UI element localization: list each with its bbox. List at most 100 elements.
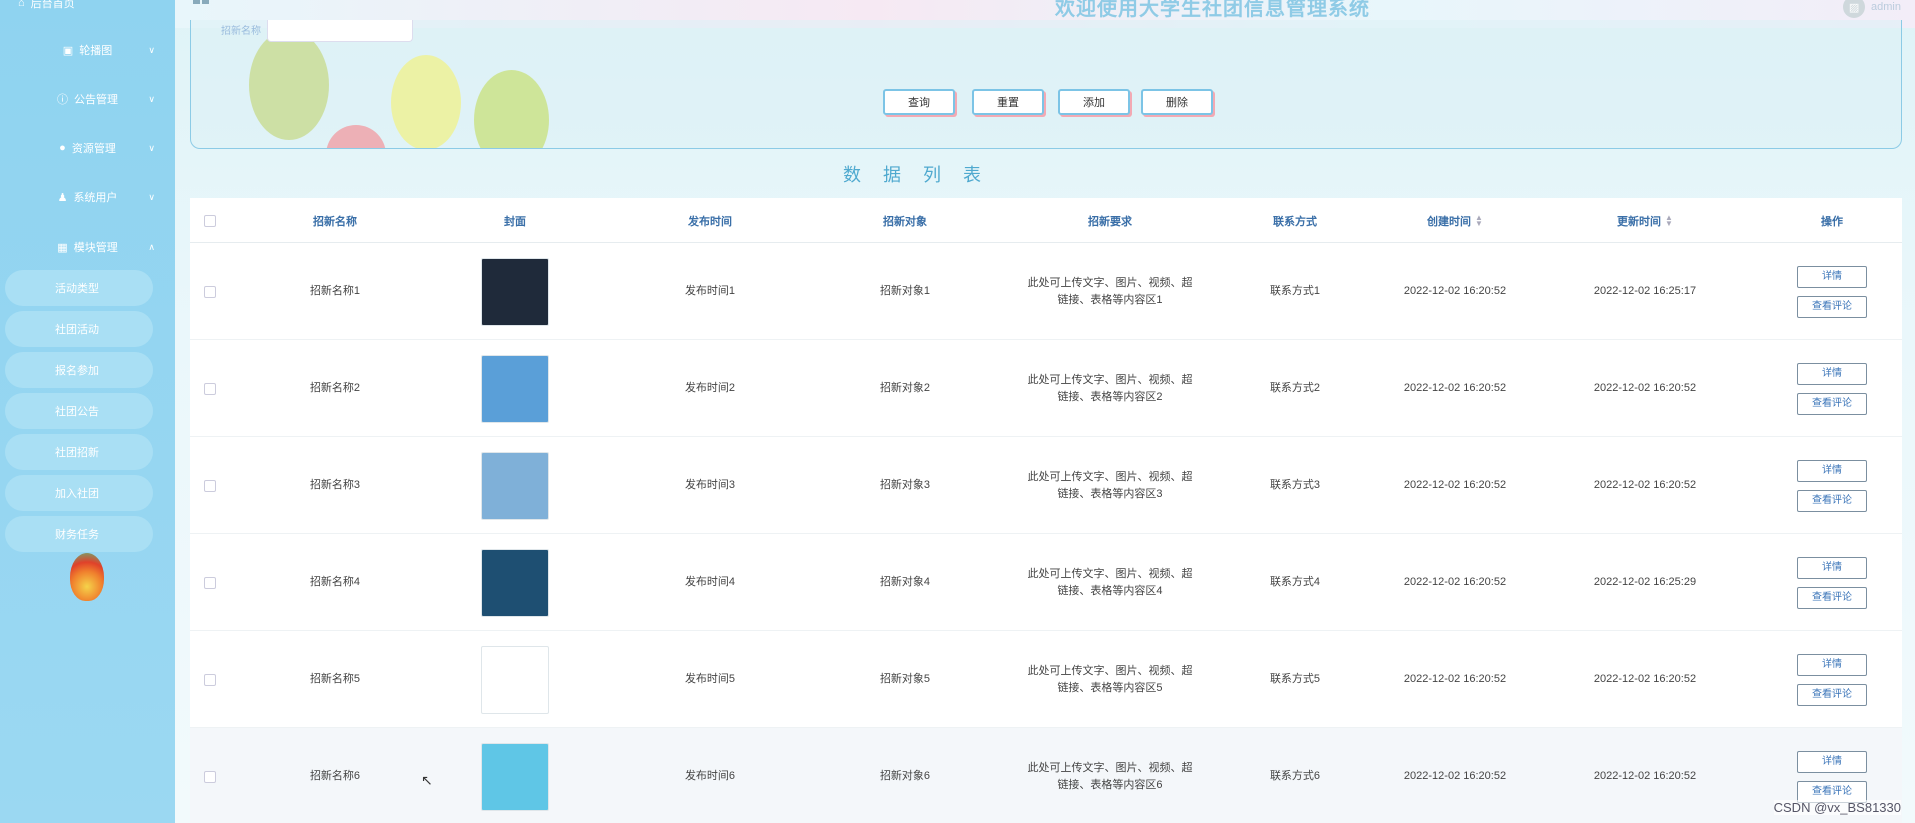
info-icon: ⓘ — [57, 94, 68, 106]
cover-image[interactable] — [481, 451, 549, 520]
row-checkbox[interactable] — [204, 576, 216, 589]
row-select-cell — [190, 243, 230, 340]
sidebar-home[interactable]: ⌂ 后台首页 — [18, 0, 75, 12]
sidebar-sub-join[interactable]: 加入社团 — [5, 475, 153, 511]
table-row[interactable]: 招新名称6 发布时间6 招新对象6 此处可上传文字、图片、视频、超链接、表格等内容区6… — [190, 728, 1902, 823]
cell-contact: 联系方式4 — [1269, 576, 1321, 588]
cell-target: 招新对象6 — [879, 770, 931, 782]
watermark: CSDN @vx_BS81330 — [1773, 800, 1901, 815]
sidebar-sub-finance[interactable]: 财务任务 — [5, 516, 153, 552]
detail-button[interactable]: 详情 — [1797, 750, 1867, 773]
sidebar-menu-label: 资源管理 — [71, 143, 116, 155]
cell-created: 2022-12-02 16:20:52 — [1403, 576, 1507, 588]
th-updated[interactable]: 更新时间 ▲ ▼ — [1560, 198, 1730, 243]
table-row[interactable]: 招新名称4 发布时间4 招新对象4 此处可上传文字、图片、视频、超链接、表格等内容区4… — [190, 534, 1902, 631]
detail-button[interactable]: 详情 — [1797, 265, 1867, 288]
sidebar-sub-club-notice[interactable]: 社团公告 — [5, 393, 153, 429]
sidebar: ⌂ 后台首页 ▣ 轮播图 ∨ ⓘ 公告管理 ∨ ● 资源管理 ∨ ♟ 系统用户 … — [0, 0, 175, 823]
th-pubtime: 发布时间 — [688, 215, 732, 228]
cell-target: 招新对象1 — [879, 285, 931, 297]
row-select-cell — [190, 437, 230, 534]
chevron-up-icon: ∧ — [148, 241, 155, 252]
home-icon: ⌂ — [18, 0, 25, 9]
view-comments-button[interactable]: 查看评论 — [1797, 489, 1867, 512]
th-created[interactable]: 创建时间 ▲ ▼ — [1350, 198, 1560, 243]
chevron-down-icon: ∨ — [148, 93, 155, 104]
sidebar-sub-signup[interactable]: 报名参加 — [5, 352, 153, 388]
reset-button[interactable]: 重置 — [972, 89, 1044, 115]
view-comments-button[interactable]: 查看评论 — [1797, 295, 1867, 318]
cell-req: 此处可上传文字、图片、视频、超链接、表格等内容区2 — [1027, 373, 1193, 403]
row-checkbox[interactable] — [204, 673, 216, 686]
cell-name: 招新名称3 — [309, 479, 361, 491]
cover-cell — [440, 631, 590, 728]
image-icon: ▣ — [62, 44, 74, 57]
sidebar-menu-resource[interactable]: ● 资源管理 ∨ — [0, 133, 175, 163]
table-row[interactable]: 招新名称1 发布时间1 招新对象1 此处可上传文字、图片、视频、超链接、表格等内容区1… — [190, 243, 1902, 340]
view-comments-button[interactable]: 查看评论 — [1797, 683, 1867, 706]
cell-target: 招新对象3 — [879, 479, 931, 491]
user-menu[interactable]: ▨ admin — [1843, 0, 1901, 18]
th-contact: 联系方式 — [1273, 215, 1317, 228]
cover-image[interactable] — [481, 257, 549, 326]
detail-button[interactable]: 详情 — [1797, 653, 1867, 676]
delete-button[interactable]: 删除 — [1141, 89, 1213, 115]
cover-image[interactable] — [481, 548, 549, 617]
cell-name: 招新名称1 — [309, 285, 361, 297]
search-input[interactable] — [267, 20, 413, 42]
cover-image[interactable] — [481, 742, 549, 811]
mouse-cursor-icon: ↖ — [421, 772, 433, 788]
detail-button[interactable]: 详情 — [1797, 362, 1867, 385]
balloon-decoration — [391, 55, 461, 148]
cover-cell — [440, 437, 590, 534]
cell-updated: 2022-12-02 16:25:29 — [1593, 576, 1697, 588]
cell-updated: 2022-12-02 16:20:52 — [1593, 770, 1697, 782]
cover-cell — [440, 728, 590, 823]
cell-updated: 2022-12-02 16:20:52 — [1593, 673, 1697, 685]
sidebar-sub-label: 加入社团 — [55, 488, 99, 500]
sidebar-menu-carousel[interactable]: ▣ 轮播图 ∨ — [0, 35, 175, 65]
menu-toggle-icon[interactable] — [193, 0, 209, 10]
th-created-label: 创建时间 — [1427, 215, 1472, 228]
view-comments-button[interactable]: 查看评论 — [1797, 586, 1867, 609]
cover-cell — [440, 340, 590, 437]
detail-button[interactable]: 详情 — [1797, 459, 1867, 482]
select-all-checkbox[interactable] — [204, 214, 216, 227]
sidebar-menu-users[interactable]: ♟ 系统用户 ∨ — [0, 182, 175, 212]
cell-contact: 联系方式6 — [1269, 770, 1321, 782]
cell-contact: 联系方式3 — [1269, 479, 1321, 491]
cell-name: 招新名称4 — [309, 576, 361, 588]
page-title: 欢迎使用大学生社团信息管理系统 — [1055, 0, 1370, 20]
sidebar-menu-modules[interactable]: ▦ 模块管理 ∧ — [0, 232, 175, 262]
avatar: ▨ — [1843, 0, 1866, 18]
table-row[interactable]: 招新名称2 发布时间2 招新对象2 此处可上传文字、图片、视频、超链接、表格等内容区2… — [190, 340, 1902, 437]
actions-cell: 详情 查看评论 — [1782, 243, 1882, 340]
detail-button[interactable]: 详情 — [1797, 556, 1867, 579]
sidebar-sub-activity-type[interactable]: 活动类型 — [5, 270, 153, 306]
username: admin — [1871, 1, 1901, 13]
row-checkbox[interactable] — [204, 382, 216, 395]
sidebar-home-label: 后台首页 — [30, 0, 75, 10]
row-checkbox[interactable] — [204, 479, 216, 492]
table-row[interactable]: 招新名称3 发布时间3 招新对象3 此处可上传文字、图片、视频、超链接、表格等内容区3… — [190, 437, 1902, 534]
row-checkbox[interactable] — [204, 770, 216, 783]
sidebar-sub-recruit[interactable]: 社团招新 — [5, 434, 153, 470]
sidebar-sub-club-activity[interactable]: 社团活动 — [5, 311, 153, 347]
sort-icon[interactable]: ▲ ▼ — [1665, 213, 1673, 227]
add-button[interactable]: 添加 — [1058, 89, 1130, 115]
view-comments-button[interactable]: 查看评论 — [1797, 392, 1867, 415]
cover-image[interactable] — [481, 354, 549, 423]
cover-cell — [440, 534, 590, 631]
row-checkbox[interactable] — [204, 285, 216, 298]
sidebar-menu-notice[interactable]: ⓘ 公告管理 ∨ — [0, 84, 175, 114]
sort-icon[interactable]: ▲ ▼ — [1475, 213, 1483, 227]
cell-created: 2022-12-02 16:20:52 — [1403, 382, 1507, 394]
sidebar-sub-label: 报名参加 — [55, 365, 99, 377]
cell-created: 2022-12-02 16:20:52 — [1403, 479, 1507, 491]
cell-pub: 发布时间1 — [684, 285, 736, 297]
table-row[interactable]: 招新名称5 发布时间5 招新对象5 此处可上传文字、图片、视频、超链接、表格等内容区5… — [190, 631, 1902, 728]
cover-image[interactable] — [481, 645, 549, 714]
cell-created: 2022-12-02 16:20:52 — [1403, 285, 1507, 297]
search-panel: 招新名称 查询 重置 添加 删除 — [190, 20, 1902, 149]
query-button[interactable]: 查询 — [883, 89, 955, 115]
